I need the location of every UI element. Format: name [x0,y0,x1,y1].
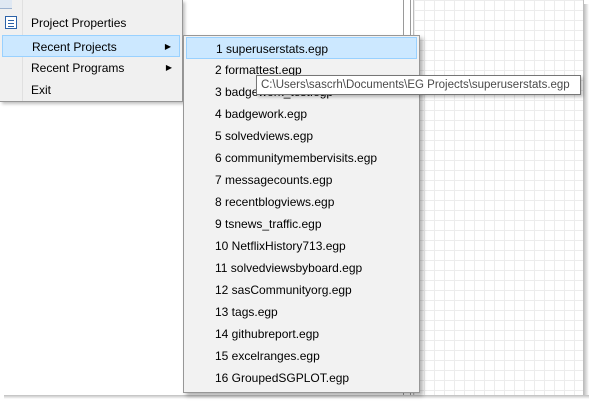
recent-project-label: 12 sasCommunityorg.egp [215,283,352,297]
menu-item-label: Exit [31,83,52,97]
properties-icon [5,16,17,29]
recent-project-label: 8 recentblogviews.egp [215,195,335,209]
submenu-arrow-icon: ▶ [165,63,172,72]
page-shadow [4,395,589,399]
recent-project-label: 7 messagecounts.egp [215,173,333,187]
recent-project-item[interactable]: 11 solvedviewsbyboard.egp [186,257,417,279]
page-shadow [584,4,589,395]
menu-item-recent-projects[interactable]: Recent Projects ▶ [2,35,180,57]
recent-project-label: 4 badgework.egp [215,107,308,121]
recent-project-item[interactable]: 4 badgework.egp [186,103,417,125]
file-path-tooltip: C:\Users\sascrh\Documents\EG Projects\su… [256,75,581,95]
recent-project-item[interactable]: 13 tags.egp [186,301,417,323]
recent-project-label: 6 communitymembervisits.egp [215,151,378,165]
recent-project-item[interactable]: 12 sasCommunityorg.egp [186,279,417,301]
recent-project-item[interactable]: 5 solvedviews.egp [186,125,417,147]
recent-project-item[interactable]: 15 excelranges.egp [186,345,417,367]
recent-project-item[interactable]: 9 tsnews_traffic.egp [186,213,417,235]
recent-project-item[interactable]: 7 messagecounts.egp [186,169,417,191]
recent-project-label: 15 excelranges.egp [215,349,320,363]
submenu-arrow-icon: ▶ [164,42,171,51]
recent-project-label: 16 GroupedSGPLOT.egp [215,371,350,385]
recent-project-item[interactable]: 6 communitymembervisits.egp [186,147,417,169]
menu-item-label: Project Properties [31,16,127,30]
recent-project-label: 1 superuserstats.egp [216,42,329,56]
process-flow-canvas[interactable] [413,0,584,395]
menu-item-project-properties[interactable]: Project Properties [2,12,180,34]
previous-menu-item-stub [0,0,12,9]
recent-project-item[interactable]: 14 githubreport.egp [186,323,417,345]
recent-project-label: 9 tsnews_traffic.egp [215,217,322,231]
recent-project-label: 13 tags.egp [215,305,278,319]
file-menu: Project Properties Recent Projects ▶ Rec… [0,0,183,102]
menu-item-label: Recent Projects [32,40,117,54]
recent-project-label: 14 githubreport.egp [215,327,320,341]
menu-item-recent-programs[interactable]: Recent Programs ▶ [2,57,180,79]
recent-project-label: 10 NetflixHistory713.egp [215,239,346,253]
recent-project-item[interactable]: 10 NetflixHistory713.egp [186,235,417,257]
recent-project-item[interactable]: 16 GroupedSGPLOT.egp [186,367,417,389]
menu-item-label: Recent Programs [31,61,125,75]
recent-project-item[interactable]: 1 superuserstats.egp [186,37,417,59]
recent-project-label: 5 solvedviews.egp [215,129,314,143]
recent-project-label: 11 solvedviewsbyboard.egp [215,261,363,275]
recent-project-item[interactable]: 8 recentblogviews.egp [186,191,417,213]
menu-item-exit[interactable]: Exit [2,79,180,101]
